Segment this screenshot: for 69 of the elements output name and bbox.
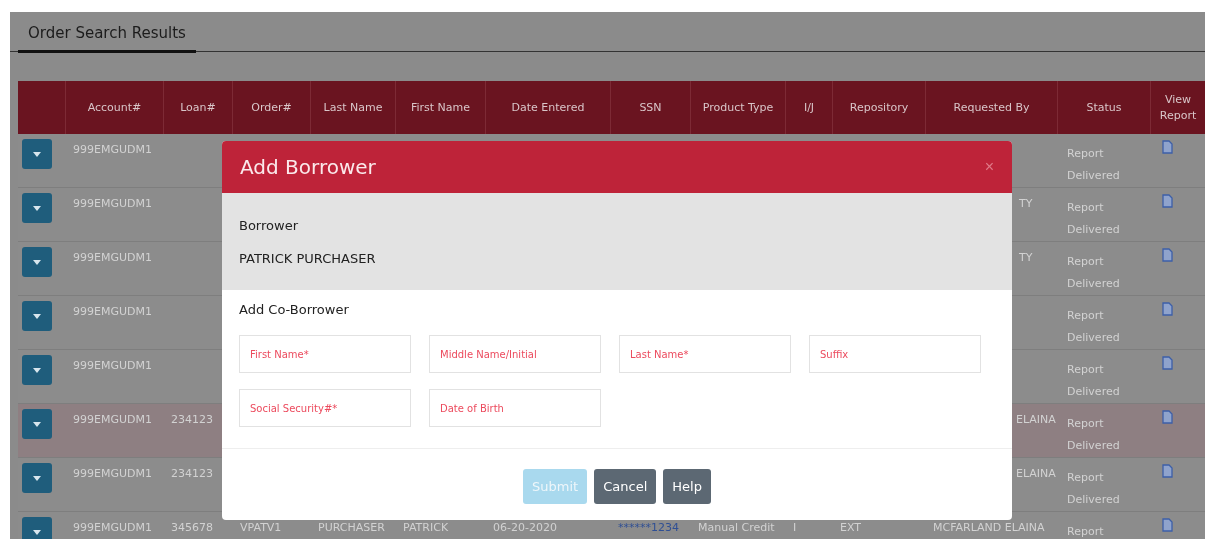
expand-button[interactable]	[22, 139, 52, 169]
table-cell-text: 999EMGUDM1	[72, 412, 153, 428]
status-cell-text: Report Delivered	[1066, 416, 1121, 454]
table-cell-text: 345678	[170, 520, 214, 536]
input-field[interactable]: Social Security#*	[239, 389, 411, 427]
status-cell-text: Report Delivered	[1066, 470, 1121, 508]
document-icon[interactable]	[1162, 464, 1173, 478]
caret-icon	[33, 529, 41, 535]
tab[interactable]: Order Search Results	[18, 24, 196, 53]
expand-button[interactable]	[22, 301, 52, 331]
document-icon[interactable]	[1162, 140, 1173, 154]
document-icon[interactable]	[1162, 194, 1173, 208]
table-cell-text: 234123	[170, 412, 214, 428]
table-cell-text: 06-20-2020	[492, 520, 558, 536]
expand-button[interactable]	[22, 517, 52, 539]
status-cell-text: Report Delivered	[1066, 254, 1121, 292]
table-cell-text: 999EMGUDM1	[72, 520, 153, 536]
table-cell-text: ******1234	[617, 520, 680, 536]
dialog-button[interactable]: Help	[663, 469, 711, 504]
caret-icon	[33, 367, 41, 373]
status-cell-text: Report Delivered	[1066, 200, 1121, 238]
input-field[interactable]: Suffix	[809, 335, 981, 373]
document-icon[interactable]	[1162, 356, 1173, 370]
table-cell-text: I	[792, 520, 798, 536]
caret-icon	[33, 205, 41, 211]
table-cell-text: 999EMGUDM1	[72, 142, 153, 158]
table-cell-text: ELAINA	[1015, 412, 1057, 428]
table-cell-text: 999EMGUDM1	[72, 250, 153, 266]
document-icon[interactable]	[1162, 248, 1173, 262]
table-cell-text: 234123	[170, 466, 214, 482]
table-cell-text: EXT	[839, 520, 862, 536]
expand-button[interactable]	[22, 193, 52, 223]
expand-button[interactable]	[22, 247, 52, 277]
status-cell-text: Report Delivered	[1066, 146, 1121, 184]
table-cell-text: 999EMGUDM1	[72, 466, 153, 482]
caret-icon	[33, 475, 41, 481]
document-icon[interactable]	[1162, 518, 1173, 532]
input-field[interactable]: Last Name*	[619, 335, 791, 373]
dialog-title: Add Borrower	[240, 155, 376, 179]
document-icon[interactable]	[1162, 302, 1173, 316]
caret-icon	[33, 421, 41, 427]
table-cell-text: 999EMGUDM1	[72, 196, 153, 212]
table-cell-text: ELAINA	[1015, 466, 1057, 482]
section-title: Add Co-Borrower	[239, 302, 350, 317]
caret-icon	[33, 151, 41, 157]
expand-button[interactable]	[22, 409, 52, 439]
status-cell-text: Report Delivered	[1066, 308, 1121, 346]
table-cell-text: PURCHASER	[317, 520, 386, 536]
caret-icon	[33, 313, 41, 319]
document-icon[interactable]	[1162, 410, 1173, 424]
table-cell-text: VPATV1	[239, 520, 283, 536]
table-cell-text: 999EMGUDM1	[72, 304, 153, 320]
borrower-label: Borrower	[239, 217, 299, 233]
table-cell-text: TY	[1018, 196, 1034, 212]
borrower-name: PATRICK PURCHASER	[239, 250, 377, 266]
expand-button[interactable]	[22, 355, 52, 385]
caret-icon	[33, 259, 41, 265]
table-cell-text: TY	[1018, 250, 1034, 266]
table-cell-text: 999EMGUDM1	[72, 358, 153, 374]
table-cell-text: PATRICK	[402, 520, 450, 536]
input-field[interactable]: Middle Name/Initial	[429, 335, 601, 373]
dialog-button[interactable]: Cancel	[594, 469, 657, 504]
status-cell-text: Report	[1066, 524, 1105, 539]
status-cell-text: Report Delivered	[1066, 362, 1121, 400]
table-cell-text: MCFARLAND ELAINA	[932, 520, 1046, 536]
input-field[interactable]: First Name*	[239, 335, 411, 373]
table-cell-text: Manual Credit	[697, 520, 776, 536]
input-field[interactable]: Date of Birth	[429, 389, 601, 427]
expand-button[interactable]	[22, 463, 52, 493]
